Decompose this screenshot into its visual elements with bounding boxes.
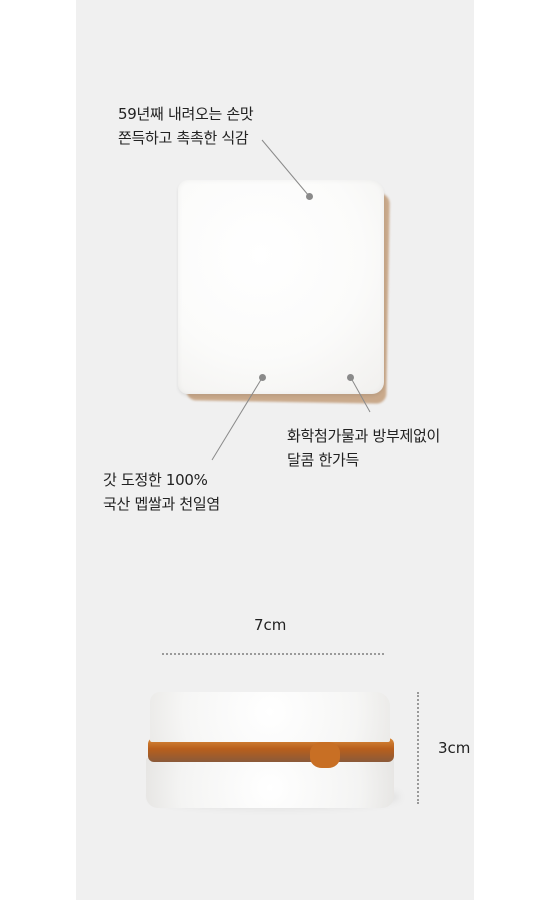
width-dimension-line: [162, 653, 384, 655]
rice-cake-filling-drip: [310, 742, 340, 768]
marker-dot-rice: [259, 374, 266, 381]
width-dimension-label: 7cm: [254, 616, 287, 634]
leader-line-taste: [261, 139, 310, 197]
marker-dot-taste: [306, 193, 313, 200]
rice-cake-bottom-layer: [146, 758, 394, 808]
annotation-taste: 59년째 내려오는 손맛 쫀득하고 촉촉한 식감: [118, 105, 254, 147]
leader-line-additive: [350, 377, 371, 413]
leader-line-rice: [211, 377, 263, 461]
marker-dot-additive: [347, 374, 354, 381]
height-dimension-line: [417, 692, 419, 804]
annotation-rice-salt: 갓 도정한 100% 국산 멥쌀과 천일염: [103, 471, 220, 513]
rice-cake-top-layer: [150, 692, 390, 742]
height-dimension-label: 3cm: [438, 739, 471, 757]
annotation-no-additives: 화학첨가물과 방부제없이 달콤 한가득: [287, 427, 440, 469]
